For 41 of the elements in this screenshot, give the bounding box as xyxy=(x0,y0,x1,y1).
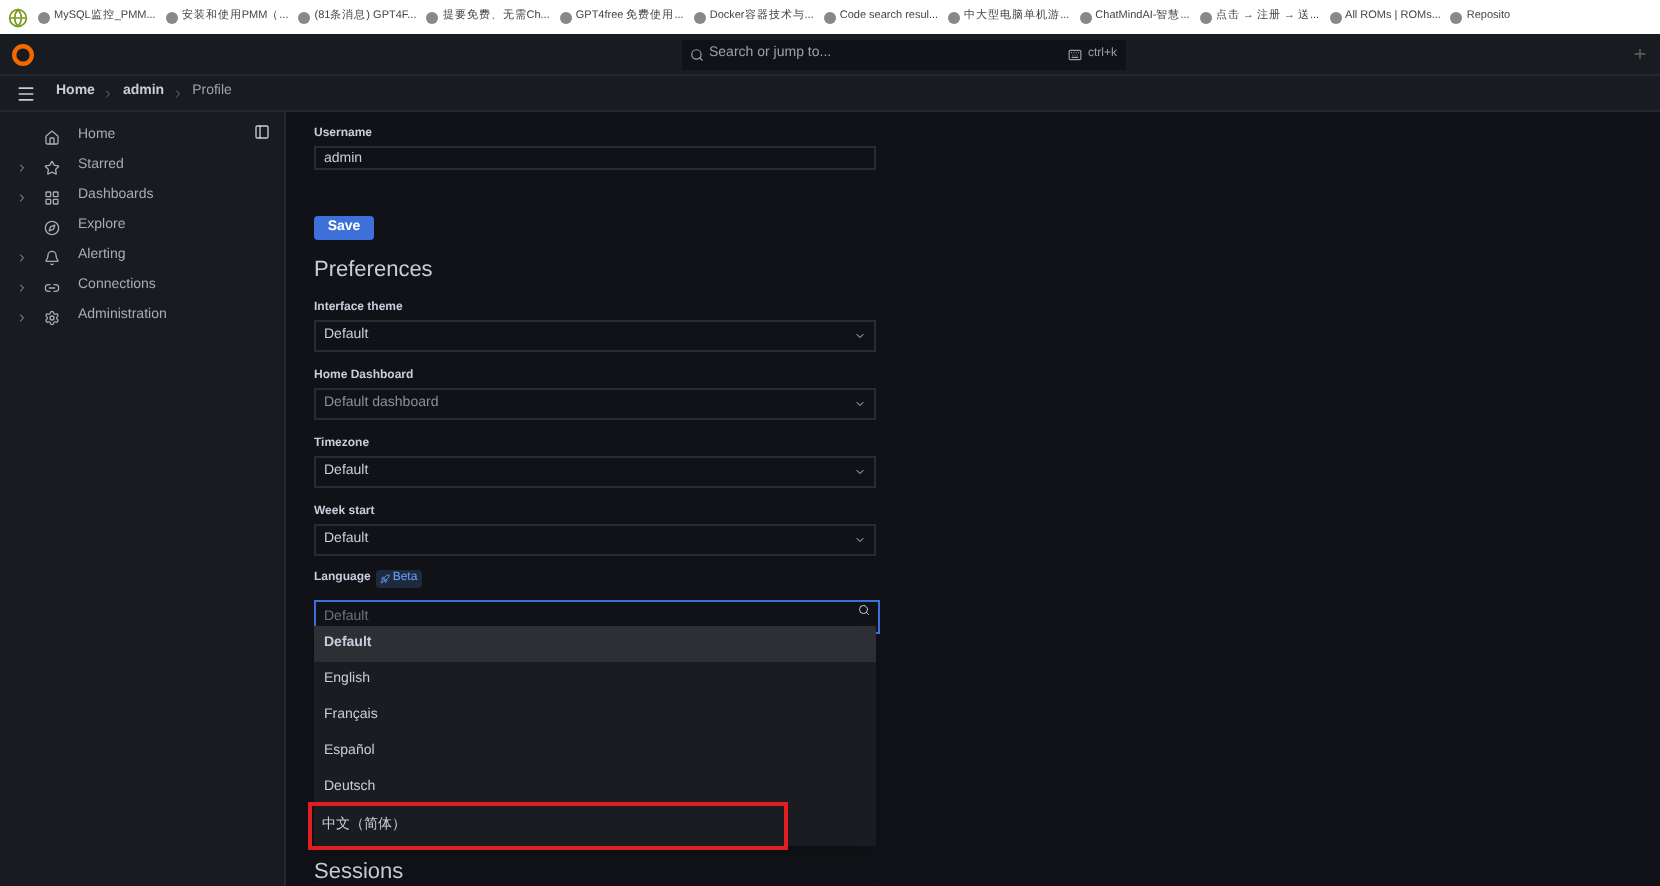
expand-icon[interactable] xyxy=(16,191,28,203)
settings-icon xyxy=(44,309,60,325)
favicon-icon xyxy=(298,11,311,23)
link-icon xyxy=(44,279,60,295)
expand-icon[interactable] xyxy=(16,281,28,293)
favicon-icon xyxy=(948,11,961,23)
favicon-icon xyxy=(1079,11,1092,23)
logo-icon xyxy=(12,43,34,65)
add-icon[interactable] xyxy=(1632,46,1648,62)
section-title: Preferences xyxy=(314,258,435,284)
rocket-icon xyxy=(380,574,391,584)
expand-icon[interactable] xyxy=(16,311,28,323)
dock-icon[interactable] xyxy=(254,124,270,140)
favicon-icon xyxy=(823,11,836,23)
favicon-icon xyxy=(1450,11,1463,23)
favicon-icon xyxy=(1199,11,1212,23)
favicon-icon xyxy=(559,11,572,23)
section-title: Sessions xyxy=(314,860,406,886)
bell-icon xyxy=(44,249,60,265)
expand-icon[interactable] xyxy=(16,251,28,263)
search-icon xyxy=(858,604,870,616)
favicon-icon xyxy=(693,11,706,23)
favicon-icon xyxy=(426,11,439,23)
chevron-icon xyxy=(854,534,866,546)
chevron-icon xyxy=(854,330,866,342)
chevron-icon xyxy=(854,466,866,478)
home-icon xyxy=(44,129,60,145)
favicon-icon xyxy=(38,11,50,23)
expand-icon[interactable] xyxy=(16,161,28,173)
compass-icon xyxy=(44,219,60,235)
favicon-icon xyxy=(165,11,178,23)
bookmark-icon xyxy=(8,7,28,27)
grid-icon xyxy=(44,189,60,205)
chevron-icon xyxy=(172,87,185,99)
chevron-icon xyxy=(102,87,115,99)
chevron-icon xyxy=(854,398,866,410)
favicon-icon xyxy=(1329,11,1342,23)
keyboard-icon xyxy=(1067,47,1082,61)
star-icon xyxy=(44,159,60,175)
menu-icon[interactable] xyxy=(16,83,36,103)
search-icon xyxy=(689,47,703,61)
